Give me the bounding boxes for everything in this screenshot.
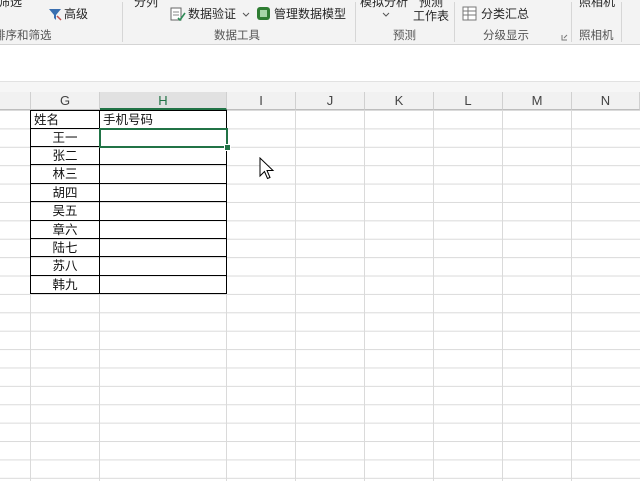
table-row-phone[interactable]	[100, 257, 227, 276]
camera-group-label: 照相机	[579, 28, 614, 42]
dialog-launcher-icon[interactable]	[561, 34, 568, 41]
column-header-j[interactable]: J	[296, 92, 365, 110]
data-validation-icon	[170, 7, 186, 21]
column-header-partial[interactable]	[0, 92, 31, 110]
gridline	[295, 110, 296, 481]
outline-group-label: 分级显示	[483, 28, 529, 42]
text-to-columns-button[interactable]: 分列	[134, 0, 158, 9]
group-separator	[571, 2, 572, 42]
sort-filter-group-label: 排序和筛选	[0, 28, 52, 42]
forecast-sheet-label[interactable]: 工作表	[413, 9, 449, 23]
filter-button[interactable]: 筛选	[0, 0, 22, 9]
column-header-l[interactable]: L	[434, 92, 503, 110]
column-header-m[interactable]: M	[503, 92, 572, 110]
active-cell[interactable]	[99, 128, 228, 148]
chevron-down-icon[interactable]	[382, 12, 390, 18]
table-row-name[interactable]: 韩九	[30, 276, 100, 294]
table-row-name[interactable]: 吴五	[30, 202, 100, 221]
table-row-phone[interactable]	[100, 184, 227, 202]
table-row-name[interactable]: 张二	[30, 147, 100, 165]
table-row-name[interactable]: 陆七	[30, 239, 100, 257]
group-separator	[621, 2, 622, 42]
table-row-name[interactable]: 胡四	[30, 184, 100, 202]
table-row-name[interactable]: 林三	[30, 165, 100, 184]
column-header-h[interactable]: H	[100, 92, 227, 110]
column-header-i[interactable]: I	[227, 92, 296, 110]
gridline	[364, 110, 365, 481]
table-row-phone[interactable]	[100, 221, 227, 239]
forecast-group-label: 预测	[393, 28, 416, 42]
column-header-k[interactable]: K	[365, 92, 434, 110]
group-separator	[355, 2, 356, 42]
group-separator	[454, 2, 455, 42]
gridline	[502, 110, 503, 481]
data-validation-button[interactable]: 数据验证	[188, 7, 236, 21]
table-row-name[interactable]: 王一	[30, 129, 100, 147]
fill-handle[interactable]	[224, 144, 231, 151]
group-separator	[122, 2, 123, 42]
mouse-pointer-icon	[259, 157, 275, 180]
subtotal-button[interactable]: 分类汇总	[481, 7, 529, 21]
manage-data-model-button[interactable]: 管理数据模型	[274, 7, 346, 21]
table-row-phone[interactable]	[100, 239, 227, 257]
forecast-sheet-button[interactable]: 预测	[419, 0, 443, 9]
ribbon: 筛选 高级 排序和筛选 分列 数据验证 管理数据模型 数据工具 模拟分析 预测 …	[0, 0, 640, 45]
table-row-phone[interactable]	[100, 147, 227, 165]
data-model-icon	[257, 7, 270, 20]
table-row-name[interactable]: 苏八	[30, 257, 100, 276]
table-row-name[interactable]: 章六	[30, 221, 100, 239]
column-header-g[interactable]: G	[31, 92, 100, 110]
formula-bar-area	[0, 45, 640, 82]
subtotal-icon	[462, 6, 477, 21]
ribbon-grid-gap	[0, 82, 640, 92]
table-header-phone[interactable]: 手机号码	[100, 110, 227, 129]
gridline	[571, 110, 572, 481]
data-tools-group-label: 数据工具	[214, 28, 260, 42]
table-row-phone[interactable]	[100, 202, 227, 221]
advanced-filter-icon	[49, 9, 62, 21]
camera-button[interactable]: 照相机	[579, 0, 615, 9]
table-row-phone[interactable]	[100, 165, 227, 184]
advanced-button[interactable]: 高级	[64, 7, 88, 21]
chevron-down-icon[interactable]	[242, 12, 250, 18]
what-if-analysis-button[interactable]: 模拟分析	[360, 0, 408, 9]
table-header-name[interactable]: 姓名	[30, 110, 100, 129]
gridline	[433, 110, 434, 481]
table-row-phone[interactable]	[100, 276, 227, 294]
column-header-n[interactable]: N	[572, 92, 640, 110]
